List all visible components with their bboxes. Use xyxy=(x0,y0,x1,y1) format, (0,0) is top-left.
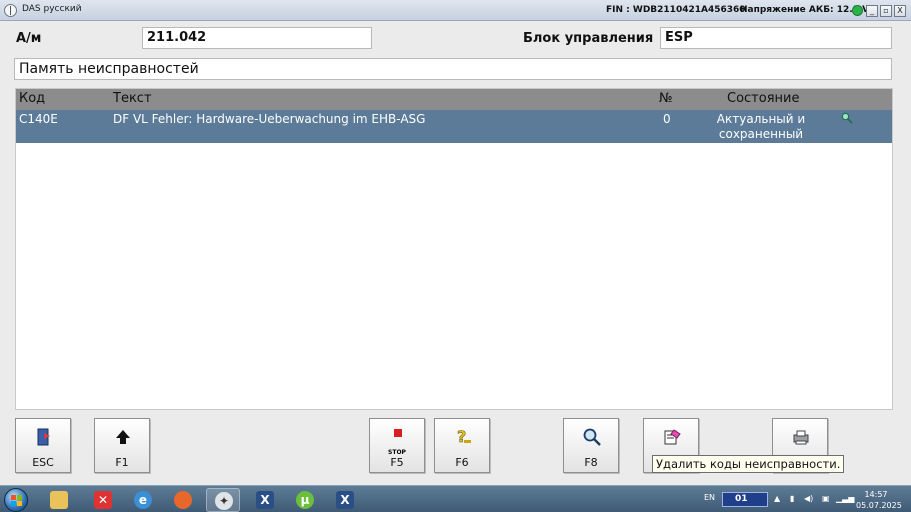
language-indicator[interactable]: EN xyxy=(704,493,715,502)
help-key-icon: ? xyxy=(457,427,471,446)
clock-time: 14:57 xyxy=(864,490,888,499)
f6-button[interactable]: ? F6 xyxy=(434,418,490,473)
erase-document-icon xyxy=(664,429,681,445)
f6-label: F6 xyxy=(455,456,469,469)
f1-label: F1 xyxy=(115,456,129,469)
fault-code: C140E xyxy=(19,112,58,126)
printer-icon xyxy=(793,430,809,445)
network-icon[interactable]: ▣ xyxy=(822,494,830,504)
firefox-icon xyxy=(174,491,192,509)
f5-label: F5 xyxy=(390,456,404,469)
taskbar-utorrent[interactable]: µ xyxy=(288,488,322,512)
start-button[interactable] xyxy=(4,488,28,512)
xentry-icon: X xyxy=(336,491,354,509)
f5-button[interactable]: STOP F5 xyxy=(369,418,425,473)
model-field: 211.042 xyxy=(142,27,372,49)
search-icon xyxy=(583,428,601,446)
f8-button[interactable]: F8 xyxy=(563,418,619,473)
windows-flag-icon xyxy=(11,495,22,506)
control-unit-field: ESP xyxy=(660,27,892,49)
table-header: Код Текст № Состояние xyxy=(16,89,892,110)
column-state: Состояние xyxy=(727,91,800,106)
volume-icon[interactable]: ◀) xyxy=(804,494,813,504)
xentry-icon: X xyxy=(256,491,274,509)
clock[interactable]: 14:57 05.07.2025 xyxy=(856,489,902,511)
folder-icon xyxy=(50,491,68,509)
svg-text:?: ? xyxy=(457,427,466,446)
fault-table: Код Текст № Состояние C140E DF VL Fehler… xyxy=(15,88,893,410)
input-method-indicator[interactable]: 01 xyxy=(722,492,768,507)
esc-button[interactable]: ESC xyxy=(15,418,71,473)
battery-icon[interactable]: ▮ xyxy=(790,494,794,504)
control-unit-label: Блок управления xyxy=(523,31,654,46)
title-bar: DAS русский FIN : WDB2110421A456360 Напр… xyxy=(0,0,911,21)
fin-label: FIN : WDB2110421A456360 xyxy=(606,5,746,15)
column-number: № xyxy=(659,91,673,106)
taskbar-firefox[interactable] xyxy=(166,488,200,512)
battery-voltage-label: Напряжение АКБ: 12.1 V xyxy=(740,5,870,15)
model-label: А/м xyxy=(16,31,42,46)
tray-arrow-icon[interactable]: ▲ xyxy=(774,494,780,504)
signal-icon[interactable]: ▁▃▅ xyxy=(836,494,854,504)
minimize-button[interactable]: _ xyxy=(866,5,878,17)
internet-explorer-icon: e xyxy=(134,491,152,509)
taskbar-das[interactable]: ✦ xyxy=(206,488,240,512)
fault-number: 0 xyxy=(663,112,671,126)
close-button[interactable]: X xyxy=(894,5,906,17)
table-row[interactable]: C140E DF VL Fehler: Hardware-Ueberwachun… xyxy=(16,110,892,143)
window-title: DAS русский xyxy=(22,4,82,14)
tool-x-icon: ✕ xyxy=(94,491,112,509)
esc-label: ESC xyxy=(32,456,54,469)
fault-text: DF VL Fehler: Hardware-Ueberwachung im E… xyxy=(113,112,426,126)
fault-state-line2: сохраненный xyxy=(718,127,804,141)
tooltip: Удалить коды неисправности. xyxy=(652,455,845,473)
clock-date: 05.07.2025 xyxy=(856,501,902,510)
fault-state-line1: Актуальный и xyxy=(716,112,806,126)
f1-button[interactable]: F1 xyxy=(94,418,150,473)
magnifier-icon[interactable] xyxy=(841,112,853,124)
stop-label: STOP xyxy=(388,449,406,456)
taskbar-ie[interactable]: e xyxy=(126,488,160,512)
taskbar-app-red[interactable]: ✕ xyxy=(86,488,120,512)
utorrent-icon: µ xyxy=(296,491,314,509)
status-ok-icon xyxy=(852,5,863,16)
exit-door-icon xyxy=(37,428,50,446)
arrow-up-icon xyxy=(116,430,130,444)
mercedes-star-icon xyxy=(4,4,17,17)
stop-icon xyxy=(394,429,402,437)
section-title: Память неисправностей xyxy=(14,58,892,80)
taskbar-explorer[interactable] xyxy=(42,488,76,512)
column-code: Код xyxy=(19,91,46,106)
mercedes-star-icon: ✦ xyxy=(215,492,233,510)
taskbar-xentry-1[interactable]: X xyxy=(248,488,282,512)
column-text: Текст xyxy=(113,91,152,106)
f8-label: F8 xyxy=(584,456,598,469)
restore-button[interactable]: ▫ xyxy=(880,5,892,17)
taskbar-xentry-2[interactable]: X xyxy=(328,488,362,512)
taskbar: ✕ e ✦ X µ X EN 01 ▲ ▮ ◀) ▣ ▁▃▅ 14:57 05.… xyxy=(0,485,911,512)
